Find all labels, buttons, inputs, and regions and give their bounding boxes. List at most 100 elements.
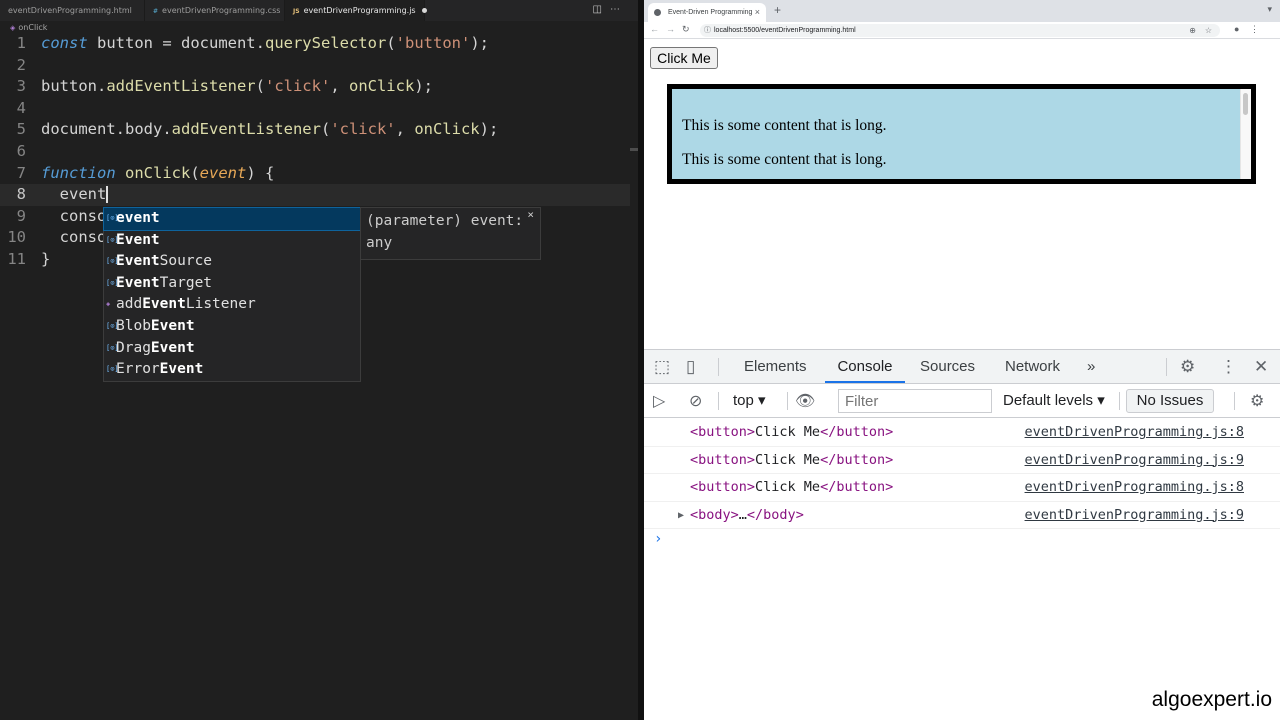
browser-tab[interactable]: Event-Driven Programming × — [648, 3, 766, 22]
forward-icon[interactable]: → — [666, 24, 675, 34]
line-number: 6 — [16, 141, 26, 160]
suggestion-item[interactable]: [⊙] Event — [104, 230, 360, 252]
reload-icon[interactable]: ↻ — [682, 24, 690, 35]
breadcrumb-item[interactable]: onClick — [18, 23, 47, 32]
close-devtools-icon[interactable]: ✕ — [1254, 357, 1268, 377]
browser-toolbar: ← → ↻ ⓘ localhost:5500/eventDrivenProgra… — [644, 22, 1280, 39]
live-expression-eye-icon[interactable]: 👁 — [795, 391, 815, 411]
profile-icon[interactable]: ● — [1234, 24, 1239, 34]
log-message: <button>Click Me</button> — [690, 479, 894, 495]
console-toolbar: ▷ ⊘ top ▾ 👁 Default levels ▾ No Issues ⚙ — [644, 384, 1280, 418]
bookmark-star-icon[interactable]: ☆ — [1205, 24, 1212, 37]
log-source-link[interactable]: eventDrivenProgramming.js:9 — [1025, 447, 1244, 474]
log-source-link[interactable]: eventDrivenProgramming.js:8 — [1025, 419, 1244, 446]
autocomplete-suggestions[interactable]: [⊙] event [⊙] Event [⊙] EventSource [⊙] Even… — [103, 207, 361, 382]
scrollable-content-box[interactable]: This is some content that is long. This … — [667, 84, 1256, 184]
code-editor[interactable]: eventDrivenProgramming.html # eventDriven… — [0, 0, 640, 720]
log-entry[interactable]: <button>Click Me</button> eventDrivenPro… — [644, 447, 1280, 474]
variable-icon: [⊙] — [106, 321, 119, 330]
context-selector[interactable]: top ▾ — [733, 391, 766, 409]
new-tab-icon[interactable]: + — [774, 3, 781, 17]
variable-icon: [⊙] — [106, 278, 119, 287]
content-paragraph: This is some content that is long. — [682, 151, 887, 168]
device-toolbar-icon[interactable]: ▯ — [686, 357, 695, 377]
browser-tab-title: Event-Driven Programming — [668, 9, 753, 16]
code-line: 4 — [0, 98, 630, 120]
log-entry[interactable]: <button>Click Me</button> eventDrivenPro… — [644, 419, 1280, 447]
tab-console[interactable]: Console — [825, 350, 905, 383]
console-prompt-icon[interactable]: › — [654, 531, 662, 547]
back-icon[interactable]: ← — [650, 24, 659, 34]
settings-gear-icon[interactable]: ⚙ — [1180, 357, 1195, 377]
log-entry[interactable]: ▶ <body>…</body> eventDrivenProgramming.… — [644, 502, 1280, 529]
kebab-menu-icon[interactable]: ⋮ — [1220, 357, 1237, 377]
log-source-link[interactable]: eventDrivenProgramming.js:9 — [1025, 502, 1244, 529]
tab-network[interactable]: Network — [1005, 350, 1060, 383]
line-number: 7 — [16, 163, 26, 182]
suggestion-item[interactable]: [⊙] DragEvent — [104, 338, 360, 360]
tab-css-file[interactable]: # eventDrivenProgramming.css — [145, 0, 285, 21]
editor-actions: ◫⋯ — [593, 4, 628, 15]
browser-window: Event-Driven Programming × + ▾ ← → ↻ ⓘ l… — [644, 0, 1280, 720]
click-me-button[interactable]: Click Me — [650, 47, 718, 69]
code-line: 6 — [0, 141, 630, 163]
more-actions-icon[interactable]: ⋯ — [610, 4, 628, 15]
more-tabs-icon[interactable]: » — [1087, 350, 1095, 383]
box-scrollbar[interactable] — [1240, 89, 1251, 179]
variable-icon: [⊙] — [106, 257, 119, 266]
address-bar[interactable]: ⓘ localhost:5500/eventDrivenProgramming.… — [700, 24, 1220, 37]
code-text: conso — [41, 228, 107, 247]
code-line: 2 — [0, 55, 630, 77]
suggestion-item[interactable]: [⊙] event — [103, 207, 361, 231]
close-tab-icon[interactable]: × — [755, 3, 760, 22]
code-text: } — [41, 249, 51, 268]
tab-search-icon[interactable]: ▾ — [1267, 4, 1272, 15]
unsaved-dot-icon[interactable] — [421, 8, 427, 13]
console-filter-input[interactable] — [838, 389, 992, 413]
variable-icon: [⊙] — [106, 365, 119, 374]
code-line-current: 8 event — [0, 184, 630, 206]
sidebar-toggle-icon[interactable]: ▷ — [653, 391, 665, 411]
line-number: 10 — [7, 228, 26, 247]
code-line: 7 function onClick(event) { — [0, 163, 630, 185]
tab-elements[interactable]: Elements — [744, 350, 807, 383]
log-levels-dropdown[interactable]: Default levels ▾ — [1003, 391, 1105, 409]
separator — [787, 392, 788, 410]
separator — [1234, 392, 1235, 410]
info-icon[interactable]: ⓘ — [704, 24, 711, 37]
expand-triangle-icon[interactable]: ▶ — [678, 502, 684, 529]
separator — [718, 358, 719, 376]
suggestion-item[interactable]: [⊙] ErrorEvent — [104, 359, 360, 381]
suggestion-item[interactable]: [⊙] BlobEvent — [104, 316, 360, 338]
variable-icon: [⊙] — [106, 214, 119, 222]
suggestion-item[interactable]: ◈ addEventListener — [104, 294, 360, 316]
log-source-link[interactable]: eventDrivenProgramming.js:8 — [1025, 474, 1244, 501]
log-entry[interactable]: <button>Click Me</button> eventDrivenPro… — [644, 474, 1280, 502]
tab-html-file[interactable]: eventDrivenProgramming.html — [0, 0, 145, 21]
split-editor-icon[interactable]: ◫ — [593, 4, 610, 15]
separator — [718, 392, 719, 410]
extensions-icon[interactable]: ⋮ — [1250, 24, 1259, 35]
tab-label: eventDrivenProgramming.js — [303, 6, 416, 15]
inspect-element-icon[interactable]: ⬚ — [654, 357, 670, 377]
suggestion-item[interactable]: [⊙] EventSource — [104, 251, 360, 273]
line-number: 8 — [16, 185, 26, 204]
close-icon[interactable]: × — [527, 208, 534, 222]
code-text: const button = document.querySelector('b… — [41, 34, 489, 52]
method-icon: ◈ — [106, 300, 111, 309]
variable-icon: [⊙] — [106, 343, 119, 352]
clear-console-icon[interactable]: ⊘ — [689, 391, 702, 411]
code-line: 5 document.body.addEventListener('click',… — [0, 119, 630, 141]
scrollbar-thumb[interactable] — [1243, 93, 1248, 115]
separator — [1166, 358, 1167, 376]
tab-js-file[interactable]: JS eventDrivenProgramming.js — [285, 0, 427, 21]
zoom-icon[interactable]: ⊕ — [1189, 24, 1196, 37]
variable-icon: [⊙] — [106, 235, 119, 244]
console-settings-gear-icon[interactable]: ⚙ — [1250, 391, 1264, 411]
code-line: 3 button.addEventListener('click', onClic… — [0, 76, 630, 98]
content-paragraph: This is some content that is long. — [682, 117, 887, 134]
function-symbol-icon: ◈ — [10, 24, 16, 32]
issues-button[interactable]: No Issues — [1126, 389, 1214, 413]
suggestion-item[interactable]: [⊙] EventTarget — [104, 273, 360, 295]
tab-sources[interactable]: Sources — [920, 350, 975, 383]
